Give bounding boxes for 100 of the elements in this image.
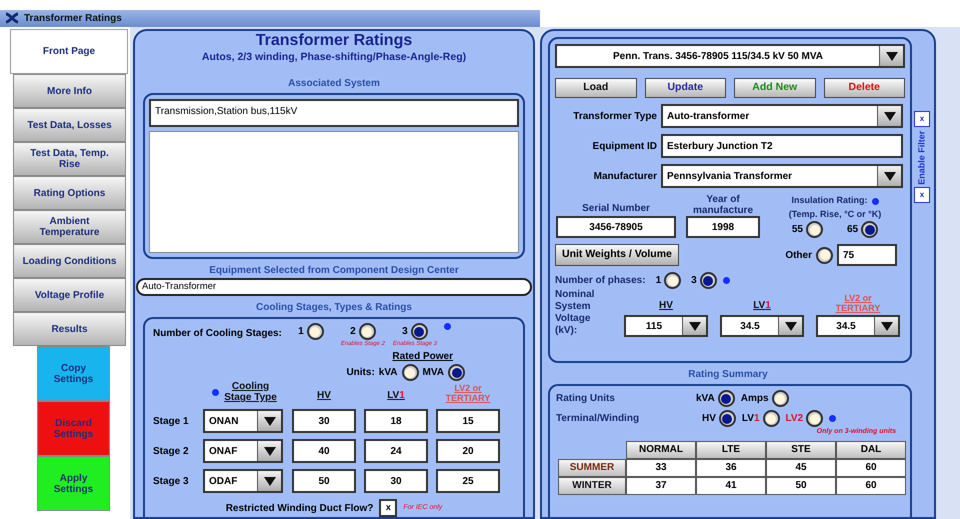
- record-button[interactable]: Load: [555, 78, 636, 98]
- field-label: Transformer Type: [572, 110, 657, 124]
- section-heading: Associated System: [288, 77, 380, 91]
- sidebar-tab[interactable]: Ambient Temperature: [13, 210, 126, 244]
- page-subtitle: Autos, 2/3 winding, Phase-shifting/Phase-Angle-Reg): [202, 50, 466, 66]
- option-label: kVA: [696, 392, 715, 406]
- filter-checkbox[interactable]: x: [914, 187, 930, 204]
- rating-input[interactable]: 30: [292, 409, 356, 433]
- radio-button[interactable]: [410, 323, 428, 340]
- rating-input[interactable]: 18: [364, 409, 428, 433]
- dropdown-arrow-button[interactable]: [877, 166, 901, 186]
- page-title: Transformer Ratings: [256, 31, 412, 50]
- dropdown-arrow-button[interactable]: [879, 46, 903, 66]
- year-field[interactable]: 1998: [686, 216, 760, 238]
- section-heading: Rating Summary: [688, 368, 768, 382]
- sidebar-tab[interactable]: More Info: [13, 74, 126, 108]
- field-dropdown[interactable]: Pennsylvania Transformer: [661, 164, 903, 188]
- table-cell: 45: [766, 458, 836, 477]
- unit-weights-button[interactable]: Unit Weights / Volume: [555, 244, 679, 266]
- dropdown-arrow-button[interactable]: [682, 317, 706, 336]
- rating-input[interactable]: 50: [292, 469, 356, 493]
- field-label: Number of Cooling Stages:: [153, 327, 282, 341]
- dropdown-arrow-button[interactable]: [874, 317, 898, 336]
- serial-number-field[interactable]: 3456-78905: [556, 216, 676, 238]
- option-label: 55: [792, 223, 803, 238]
- rating-input[interactable]: 24: [364, 439, 428, 463]
- column-heading: LV2 or TERTIARY: [834, 293, 882, 314]
- dropdown-arrow-button[interactable]: [778, 317, 802, 336]
- rating-input[interactable]: 20: [436, 439, 500, 463]
- section-label: Rated Power: [392, 350, 453, 364]
- radio-button[interactable]: [806, 410, 824, 428]
- radio-button[interactable]: [772, 390, 789, 408]
- voltage-dropdown[interactable]: 34.5: [816, 315, 900, 338]
- cooling-type-dropdown[interactable]: ONAN: [203, 409, 283, 433]
- radio-button[interactable]: [664, 272, 682, 290]
- dropdown-arrow-button[interactable]: [257, 471, 281, 491]
- table-cell: 41: [696, 476, 766, 495]
- sidebar-tab[interactable]: Loading Conditions: [13, 244, 126, 278]
- cooling-type-dropdown[interactable]: ONAF: [203, 439, 283, 463]
- column-heading: HV: [317, 389, 331, 403]
- column-heading: HV: [659, 299, 673, 314]
- field-dropdown[interactable]: Auto-transformer: [661, 104, 903, 128]
- caret-icon: [784, 322, 796, 331]
- filter-checkbox[interactable]: x: [914, 111, 930, 128]
- sidebar-tab[interactable]: Rating Options: [13, 176, 126, 210]
- cooling-type-dropdown[interactable]: ODAF: [203, 469, 283, 493]
- voltage-dropdown[interactable]: 34.5: [720, 315, 804, 338]
- rating-input[interactable]: 25: [436, 469, 500, 493]
- record-dropdown[interactable]: Penn. Trans. 3456-78905 115/34.5 kV 50 MVA: [555, 44, 905, 68]
- radio-button[interactable]: [806, 221, 823, 238]
- radio-button[interactable]: [861, 221, 878, 238]
- field-label: Nominal System Voltage (kV):: [555, 289, 596, 338]
- rating-input[interactable]: 40: [292, 439, 356, 463]
- other-rating-field[interactable]: 75: [837, 244, 897, 266]
- radio-button[interactable]: [358, 323, 376, 340]
- sidebar-tab[interactable]: Results: [13, 312, 126, 346]
- caret-icon: [880, 322, 892, 331]
- dropdown-arrow-button[interactable]: [877, 106, 901, 126]
- radio-button[interactable]: [448, 364, 465, 381]
- radio-button[interactable]: [306, 323, 324, 340]
- record-button[interactable]: Update: [644, 78, 726, 98]
- option-label: 65: [847, 223, 858, 238]
- table-cell: 36: [696, 458, 766, 477]
- sidebar-tab[interactable]: Test Data, Losses: [13, 108, 126, 142]
- table-cell: 60: [836, 476, 906, 495]
- radio-button[interactable]: [762, 410, 780, 428]
- rating-input[interactable]: 30: [364, 469, 428, 493]
- radio-button[interactable]: [718, 410, 736, 428]
- radio-button[interactable]: [816, 246, 833, 264]
- action-button[interactable]: Apply Settings: [37, 456, 110, 512]
- table-cell: 50: [766, 476, 836, 495]
- field-label: Equipment ID: [592, 140, 657, 154]
- associated-system-field[interactable]: Transmission,Station bus,115kV: [149, 99, 519, 127]
- option-label: kVA: [378, 366, 398, 380]
- option-label: HV: [702, 412, 716, 426]
- caret-icon: [688, 322, 700, 331]
- dropdown-arrow-button[interactable]: [257, 411, 281, 431]
- duct-flow-checkbox[interactable]: x: [379, 499, 398, 517]
- radio-button[interactable]: [718, 390, 735, 408]
- radio-button[interactable]: [402, 364, 419, 381]
- dropdown-arrow-button[interactable]: [257, 441, 281, 461]
- app-logo-icon: [4, 12, 20, 24]
- voltage-dropdown[interactable]: 115: [624, 315, 708, 338]
- section-heading: Equipment Selected from Component Design Center: [209, 264, 459, 278]
- record-button[interactable]: Delete: [824, 78, 905, 98]
- field-label: Number of phases:: [555, 274, 646, 288]
- caret-icon: [884, 112, 896, 121]
- rating-input[interactable]: 15: [436, 409, 500, 433]
- sidebar-tab[interactable]: Voltage Profile: [13, 278, 126, 312]
- action-button[interactable]: Copy Settings: [37, 346, 110, 402]
- sidebar-tab[interactable]: Front Page: [10, 29, 128, 74]
- text-field[interactable]: Esterbury Junction T2: [661, 134, 903, 158]
- field-label: Serial Number: [582, 202, 650, 216]
- column-header: NORMAL: [626, 440, 696, 459]
- sidebar-tab[interactable]: Test Data, Temp. Rise: [13, 142, 126, 176]
- radio-button[interactable]: [700, 272, 717, 290]
- column-heading: LV2 or TERTIARY: [444, 383, 492, 403]
- equipment-field[interactable]: Auto-Transformer: [136, 278, 532, 296]
- notes-area[interactable]: [149, 131, 519, 253]
- option-label: 3: [402, 325, 408, 339]
